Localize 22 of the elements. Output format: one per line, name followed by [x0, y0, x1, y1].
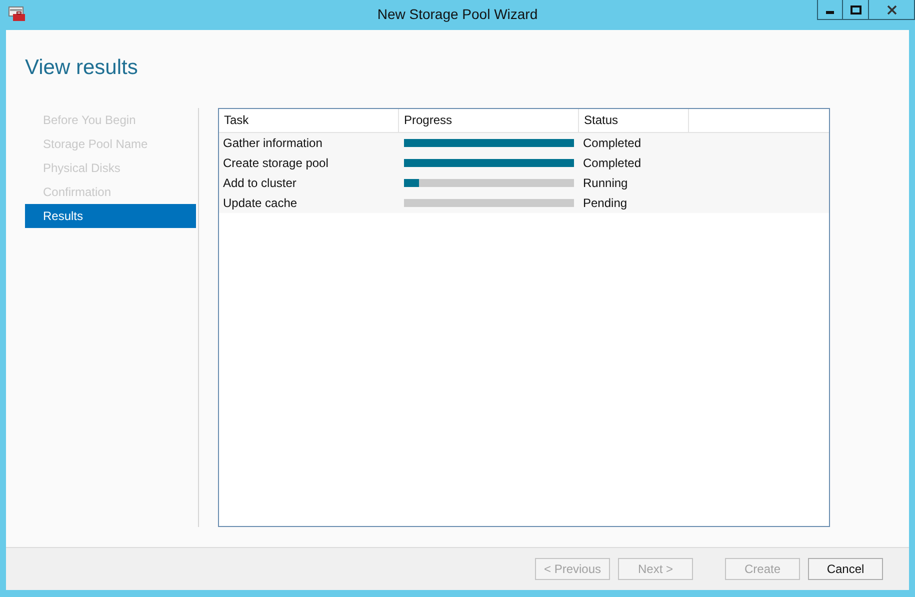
close-icon: [886, 4, 896, 14]
window-title: New Storage Pool Wizard: [377, 6, 538, 22]
table-cell-text: Completed: [582, 136, 642, 150]
table-cell-text: Pending: [582, 196, 628, 210]
table-cell-text: Add to cluster: [222, 176, 298, 190]
minimize-button[interactable]: [817, 0, 843, 20]
table-cell-text: Gather information: [222, 136, 324, 150]
column-header[interactable]: Progress: [399, 109, 579, 132]
table-cell-text: Completed: [582, 156, 642, 170]
column-header[interactable]: Task: [219, 109, 399, 132]
column-header[interactable]: Status: [579, 109, 689, 132]
table-cell-text: Update cache: [222, 196, 298, 210]
minimize-icon: [826, 11, 834, 14]
maximize-icon: [850, 4, 862, 14]
close-button[interactable]: [869, 0, 915, 20]
page-heading: View results: [25, 56, 138, 79]
table-cell-text: Create storage pool: [222, 156, 330, 170]
wizard-button[interactable]: Cancel: [808, 558, 883, 580]
toolbox-icon: [8, 6, 26, 22]
wizard-step[interactable]: Results: [25, 204, 196, 228]
maximize-button[interactable]: [843, 0, 869, 20]
table-cell-text: Running: [582, 176, 629, 190]
